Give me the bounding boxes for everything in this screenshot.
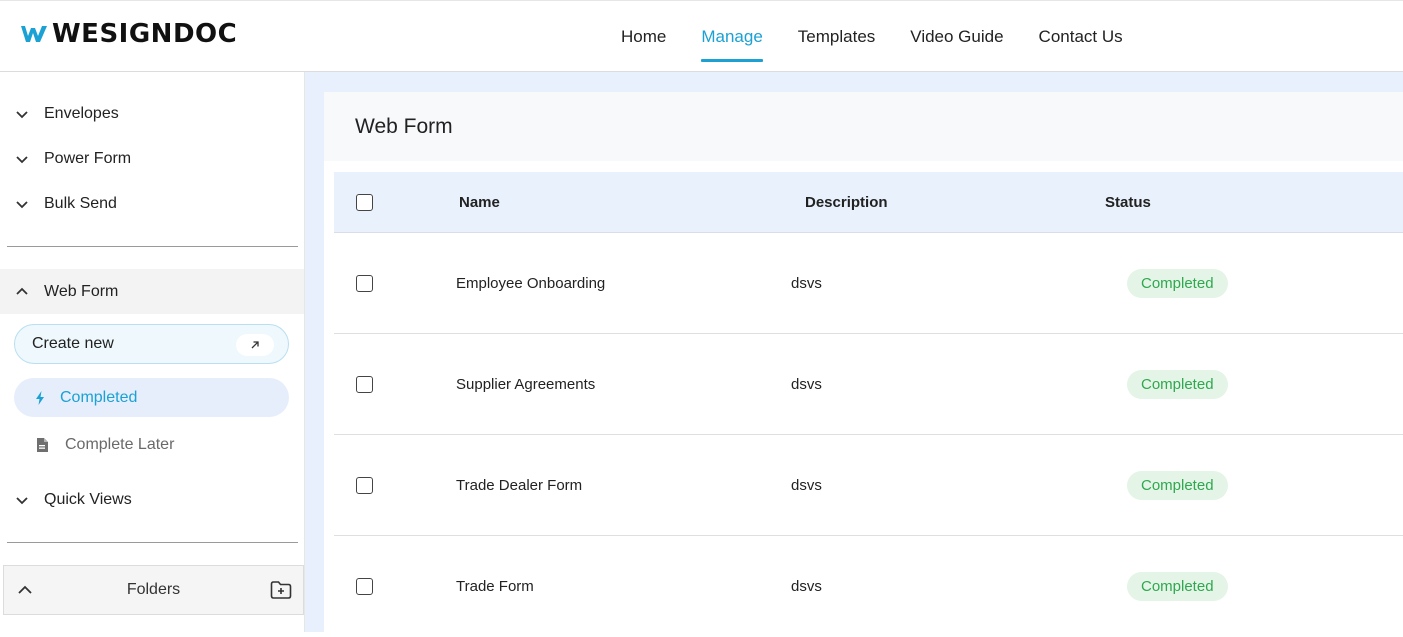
folders-bar[interactable]: Folders — [3, 565, 304, 615]
sidebar-item-label: Bulk Send — [44, 195, 117, 212]
row-name[interactable]: Trade Dealer Form — [456, 435, 582, 535]
column-header-description[interactable]: Description — [805, 172, 888, 232]
sidebar-item-label: Complete Later — [65, 435, 175, 453]
row-description: dsvs — [791, 375, 822, 393]
status-badge: Completed — [1127, 470, 1228, 500]
status-badge: Completed — [1127, 572, 1228, 601]
status-badge: Completed — [1127, 369, 1228, 399]
add-folder-icon[interactable] — [269, 578, 293, 602]
chevron-down-icon — [16, 156, 28, 164]
create-new-button[interactable]: Create new — [14, 324, 289, 364]
sidebar-item-label: Envelopes — [44, 105, 119, 122]
document-icon — [37, 437, 48, 452]
status-badge: Completed — [1127, 268, 1228, 298]
chevron-up-icon[interactable] — [16, 581, 34, 599]
row-name[interactable]: Employee Onboarding — [456, 233, 605, 333]
column-header-name[interactable]: Name — [459, 172, 500, 232]
nav-home[interactable]: Home — [603, 1, 683, 73]
sidebar-item-complete-later[interactable]: Complete Later — [14, 425, 289, 464]
row-checkbox[interactable] — [356, 578, 373, 595]
web-form-table: Name Description Status Employee Onboard… — [334, 172, 1403, 637]
row-name[interactable]: Trade Form — [456, 536, 534, 637]
nav-manage[interactable]: Manage — [683, 1, 779, 73]
nav-contact-us[interactable]: Contact Us — [1021, 1, 1140, 73]
lightning-icon — [36, 390, 44, 405]
sidebar-item-label: Completed — [60, 388, 138, 406]
table-row[interactable]: Supplier Agreements dsvs Completed — [334, 334, 1403, 435]
folders-label: Folders — [126, 581, 181, 598]
select-all-cell — [356, 172, 373, 232]
nav-templates[interactable]: Templates — [780, 1, 892, 73]
sidebar-item-web-form[interactable]: Web Form — [0, 269, 304, 314]
sidebar-item-completed[interactable]: Completed — [14, 378, 289, 417]
sidebar-item-quick-views[interactable]: Quick Views — [0, 480, 304, 520]
main-nav: Home Manage Templates Video Guide Contac… — [603, 1, 1140, 73]
page-title: Web Form — [324, 92, 1403, 161]
row-description: dsvs — [791, 578, 822, 595]
sidebar-item-bulk-send[interactable]: Bulk Send — [0, 184, 304, 224]
sidebar-divider — [7, 246, 298, 247]
sidebar-item-envelopes[interactable]: Envelopes — [0, 94, 304, 134]
chevron-down-icon — [16, 497, 28, 505]
chevron-up-icon — [16, 287, 28, 295]
sidebar-item-label: Power Form — [44, 150, 132, 167]
row-checkbox[interactable] — [356, 375, 373, 393]
table-header: Name Description Status — [334, 172, 1403, 233]
sidebar-item-label: Quick Views — [44, 491, 132, 508]
table-row[interactable]: Employee Onboarding dsvs Completed — [334, 233, 1403, 334]
row-checkbox[interactable] — [356, 476, 373, 494]
main-content: Web Form Name Description Status Employe… — [305, 72, 1403, 632]
brand-logo[interactable]: WESIGNDOC — [20, 19, 237, 49]
top-header: WESIGNDOC Home Manage Templates Video Gu… — [0, 0, 1403, 72]
chevron-down-icon — [16, 111, 28, 119]
column-header-status[interactable]: Status — [1105, 172, 1151, 232]
table-row[interactable]: Trade Dealer Form dsvs Completed — [334, 435, 1403, 536]
row-checkbox[interactable] — [356, 274, 373, 292]
sidebar-item-label: Web Form — [44, 282, 119, 300]
row-description: dsvs — [791, 476, 822, 494]
sidebar-item-power-form[interactable]: Power Form — [0, 139, 304, 179]
row-description: dsvs — [791, 274, 822, 292]
web-form-panel: Web Form Name Description Status Employe… — [324, 92, 1403, 632]
chevron-down-icon — [16, 201, 28, 209]
logo-text: WESIGNDOC — [52, 19, 238, 49]
row-name[interactable]: Supplier Agreements — [456, 334, 595, 434]
nav-video-guide[interactable]: Video Guide — [892, 1, 1020, 73]
sidebar-divider — [7, 542, 298, 543]
logo-mark-icon — [21, 26, 47, 42]
arrow-up-right-icon — [236, 334, 274, 356]
sidebar: Envelopes Power Form Bulk Send Web Form … — [0, 72, 305, 632]
create-new-label: Create new — [32, 335, 114, 352]
select-all-checkbox[interactable] — [356, 193, 373, 211]
table-row[interactable]: Trade Form dsvs Completed — [334, 536, 1403, 637]
